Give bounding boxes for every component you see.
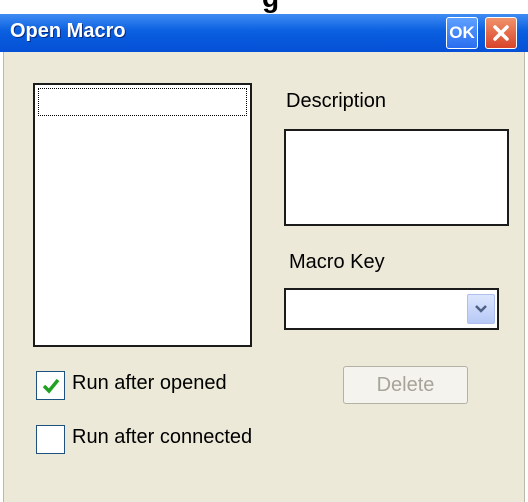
macro-key-label: Macro Key [289,251,385,273]
run-after-opened-label[interactable]: Run after opened [72,372,227,395]
window-title: Open Macro [10,20,126,42]
dropdown-button[interactable] [467,294,495,324]
delete-button[interactable]: Delete [343,366,468,404]
run-after-connected-checkbox[interactable] [36,425,65,454]
close-icon [493,25,509,41]
description-field[interactable] [284,129,509,226]
title-bar[interactable]: Open Macro OK [0,14,528,52]
clipped-background-text: g [262,0,279,14]
macro-list[interactable] [33,83,252,347]
ok-button[interactable]: OK [446,17,478,49]
description-label: Description [286,90,387,112]
list-focus-row[interactable] [38,88,247,116]
run-after-opened-checkbox[interactable] [36,371,65,400]
close-button[interactable] [485,17,517,49]
run-after-connected-label[interactable]: Run after connected [72,426,252,449]
macro-key-dropdown[interactable] [284,288,499,330]
chevron-down-icon [475,305,487,313]
checkmark-icon [42,378,59,394]
